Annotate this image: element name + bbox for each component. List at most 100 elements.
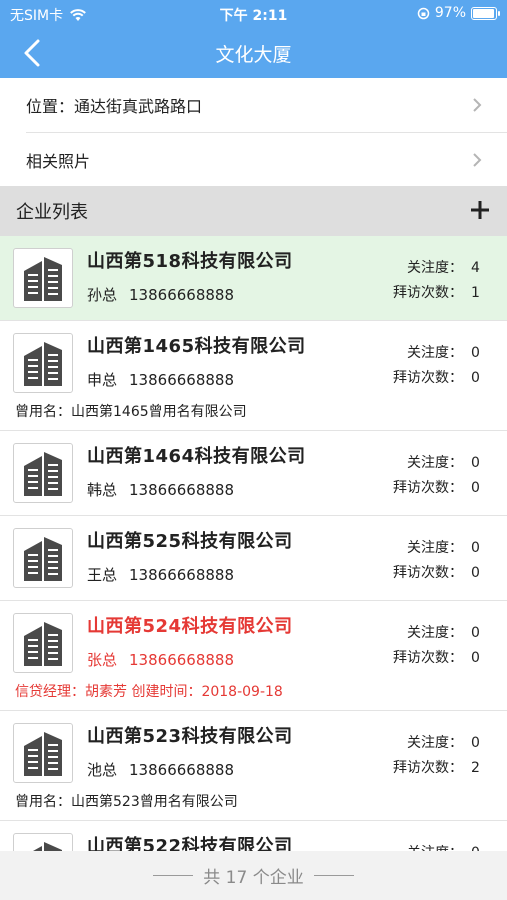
building-icon (13, 833, 73, 851)
attention-metric: 关注度：0 (407, 842, 481, 851)
company-count: 共 17 个企业 (203, 868, 304, 888)
building-icon (13, 333, 73, 393)
visits-metric: 拜访次数： 1 (393, 282, 481, 302)
visits-value: 1 (471, 285, 480, 301)
footer-divider-right (313, 875, 354, 876)
attention-metric: 关注度： 0 (407, 622, 481, 642)
chevron-right-icon (473, 153, 482, 167)
visits-metric: 拜访次数： 0 (393, 647, 481, 667)
visits-label: 拜访次数： (393, 565, 463, 581)
add-company-button[interactable] (467, 197, 493, 223)
company-name: 山西第523科技有限公司 (87, 726, 293, 747)
attention-metric: 关注度： 0 (407, 342, 481, 362)
section-title: 企业列表 (16, 202, 88, 223)
company-name: 山西第524科技有限公司 (87, 616, 293, 637)
attention-value: 0 (471, 455, 480, 471)
visits-value: 2 (471, 760, 480, 776)
attention-metric: 关注度： 0 (407, 732, 481, 752)
company-contact: 池总 13866668888 (87, 759, 234, 780)
attention-metric: 关注度： 4 (407, 257, 481, 277)
attention-value: 0 (471, 345, 480, 361)
attention-value: 0 (471, 625, 480, 641)
company-contact: 张总 13866668888 (87, 649, 234, 670)
company-list-header: 企业列表 (0, 186, 507, 236)
contact-name: 张总 (87, 651, 118, 669)
contact-phone[interactable]: 13866668888 (129, 371, 234, 389)
contact-phone[interactable]: 13866668888 (129, 761, 234, 779)
visits-label: 拜访次数： (393, 760, 463, 776)
attention-label: 关注度： (407, 455, 463, 471)
contact-name: 韩总 (87, 481, 118, 499)
contact-name: 孙总 (87, 286, 118, 304)
building-icon (13, 613, 73, 673)
attention-metric: 关注度： 0 (407, 452, 481, 472)
status-bar: 无SIM卡 下午 2:11 97% (0, 0, 507, 28)
status-right: 97% (417, 5, 500, 21)
company-row[interactable]: 山西第1465科技有限公司 申总 13866668888 关注度： 0 拜访次数： 0 曾用名… (0, 321, 507, 431)
company-name: 山西第522科技有限公司 (87, 836, 293, 851)
company-extra-info: 曾用名：山西第523曾用名有限公司 (15, 794, 238, 810)
contact-phone[interactable]: 13866668888 (129, 651, 234, 669)
company-name: 山西第525科技有限公司 (87, 531, 293, 552)
company-list: 山西第518科技有限公司 孙总 13866668888 关注度： 4 拜访次数： 1 山西第1… (0, 236, 507, 851)
contact-name: 王总 (87, 566, 118, 584)
contact-name: 池总 (87, 761, 118, 779)
visits-label: 拜访次数： (393, 650, 463, 666)
visits-value: 0 (471, 650, 480, 666)
nav-bar: 文化大厦 (0, 28, 507, 78)
company-row[interactable]: 山西第525科技有限公司 王总 13866668888 关注度： 0 拜访次数： 0 (0, 516, 507, 601)
chevron-right-icon (473, 98, 482, 112)
company-name: 山西第1465科技有限公司 (87, 336, 306, 357)
attention-label: 关注度： (407, 625, 463, 641)
battery-percent: 97% (434, 5, 466, 21)
company-row[interactable]: 山西第523科技有限公司 池总 13866668888 关注度： 0 拜访次数： 2 曾用名：… (0, 711, 507, 821)
visits-value: 0 (471, 370, 480, 386)
visits-metric: 拜访次数： 0 (393, 367, 481, 387)
attention-value: 4 (471, 260, 480, 276)
contact-phone[interactable]: 13866668888 (129, 566, 234, 584)
company-contact: 孙总 13866668888 (87, 284, 234, 305)
building-icon (13, 723, 73, 783)
contact-name: 申总 (87, 371, 118, 389)
attention-value: 0 (471, 735, 480, 751)
attention-label: 关注度： (407, 345, 463, 361)
company-contact: 韩总 13866668888 (87, 479, 234, 500)
attention-metric: 关注度： 0 (407, 537, 481, 557)
company-contact: 申总 13866668888 (87, 369, 234, 390)
visits-metric: 拜访次数： 2 (393, 757, 481, 777)
company-extra-info: 信贷经理：胡素芳 创建时间：2018-09-18 (15, 684, 283, 700)
company-name: 山西第518科技有限公司 (87, 251, 293, 272)
contact-phone[interactable]: 13866668888 (129, 481, 234, 499)
visits-value: 0 (471, 565, 480, 581)
attention-label: 关注度： (407, 540, 463, 556)
company-row[interactable]: 山西第518科技有限公司 孙总 13866668888 关注度： 4 拜访次数： 1 (0, 236, 507, 321)
photos-label: 相关照片 (26, 151, 91, 171)
footer-divider-left (153, 875, 194, 876)
company-name: 山西第1464科技有限公司 (87, 446, 306, 467)
battery-icon (471, 6, 500, 20)
page-title: 文化大厦 (215, 44, 292, 66)
photos-row[interactable]: 相关照片 (26, 132, 507, 186)
company-contact: 王总 13866668888 (87, 564, 234, 585)
visits-label: 拜访次数： (393, 285, 463, 301)
visits-label: 拜访次数： (393, 370, 463, 386)
contact-phone[interactable]: 13866668888 (129, 286, 234, 304)
company-row[interactable]: 山西第524科技有限公司 张总 13866668888 关注度： 0 拜访次数： 0 信贷经理… (0, 601, 507, 711)
company-extra-info: 曾用名：山西第1465曾用名有限公司 (15, 404, 247, 420)
location-row[interactable]: 位置：通达街真武路路口 (0, 78, 507, 132)
attention-label: 关注度： (407, 260, 463, 276)
orientation-lock-icon (417, 7, 430, 19)
building-info: 位置：通达街真武路路口 相关照片 (0, 78, 507, 186)
building-icon (13, 528, 73, 588)
building-icon (13, 248, 73, 308)
company-row[interactable]: 山西第1464科技有限公司 韩总 13866668888 关注度： 0 拜访次数： 0 (0, 431, 507, 516)
visits-metric: 拜访次数： 0 (393, 477, 481, 497)
list-footer: 共 17 个企业 (0, 851, 507, 900)
attention-label: 关注度： (407, 735, 463, 751)
visits-label: 拜访次数： (393, 480, 463, 496)
attention-value: 0 (471, 540, 480, 556)
visits-value: 0 (471, 480, 480, 496)
company-row[interactable]: 山西第522科技有限公司 关注度：0 (0, 821, 507, 851)
building-icon (13, 443, 73, 503)
visits-metric: 拜访次数： 0 (393, 562, 481, 582)
